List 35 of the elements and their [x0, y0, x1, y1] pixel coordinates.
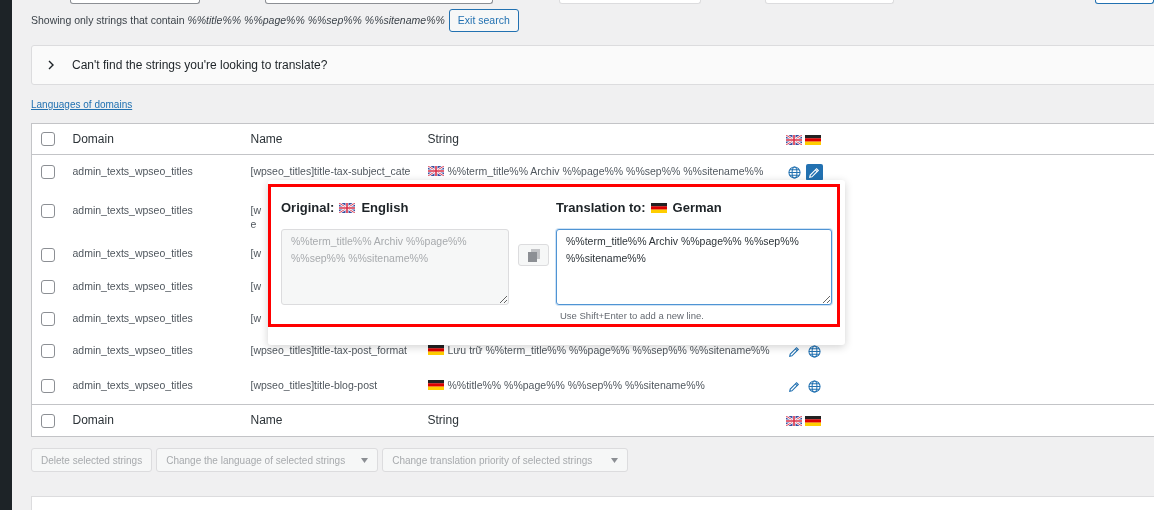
name-cell: [w [250, 310, 261, 325]
name-cell: [w [250, 246, 261, 261]
exit-search-button[interactable]: Exit search [448, 9, 519, 32]
heading-label: Original: [281, 199, 335, 217]
string-cell: %%title%% %%page%% %%sep%% %%sitename%% [447, 378, 705, 392]
column-header[interactable]: Domain [72, 413, 114, 428]
languages-link[interactable]: Languages of domains [31, 99, 133, 110]
domain-cell: admin_texts_wpseo_titles [72, 344, 193, 356]
collapsible-panel[interactable]: Can't find the strings you're looking to translate? [31, 45, 1154, 85]
name-cell: [w [250, 278, 261, 293]
domain-cell: admin_texts_wpseo_titles [72, 311, 193, 324]
name-cell: [wpseo_titles]title-blog-post [250, 378, 378, 392]
domain-cell: admin_texts_wpseo_titles [72, 247, 193, 260]
name-cell: [wpseo_titles]title-tax-post_format [250, 343, 407, 357]
column-header[interactable]: Name [250, 131, 283, 146]
domain-cell: admin_texts_wpseo_titles [72, 379, 193, 391]
domain-cell: admin_texts_wpseo_titles [72, 279, 193, 292]
name-cell: [wpseo_titles]title-tax-subject_cate [250, 163, 411, 178]
collapsible-label: Can't find the strings you're looking to translate? [72, 57, 328, 74]
name-cell: e [250, 216, 257, 231]
name-cell: [w [250, 202, 261, 217]
heading-label: Translation to: [556, 199, 646, 217]
string-cell: Lưu trữ %%term_title%% %%page%% %%sep%% %%sitename%% [447, 343, 770, 357]
column-header[interactable]: Domain [72, 131, 114, 146]
column-header[interactable]: String [427, 131, 459, 146]
translation-field[interactable]: %%term_title%% Archiv %%page%% %%sep%% %%sitename%% [556, 228, 832, 305]
column-header[interactable]: Name [250, 413, 283, 428]
domain-cell: admin_texts_wpseo_titles [72, 203, 193, 216]
search-note: Showing only strings that contain %%title%% %%page%% %%sep%% %%sitename%% [31, 12, 445, 28]
domain-cell: admin_texts_wpseo_titles [72, 164, 193, 177]
column-header[interactable]: String [427, 413, 459, 428]
string-cell: %%term_title%% Archiv %%page%% %%sep%% %%sitename%% [447, 163, 764, 178]
language-name: German [672, 199, 722, 217]
language-name: English [361, 199, 409, 217]
hint-text: Use Shift+Enter to add a new line. [560, 309, 704, 323]
